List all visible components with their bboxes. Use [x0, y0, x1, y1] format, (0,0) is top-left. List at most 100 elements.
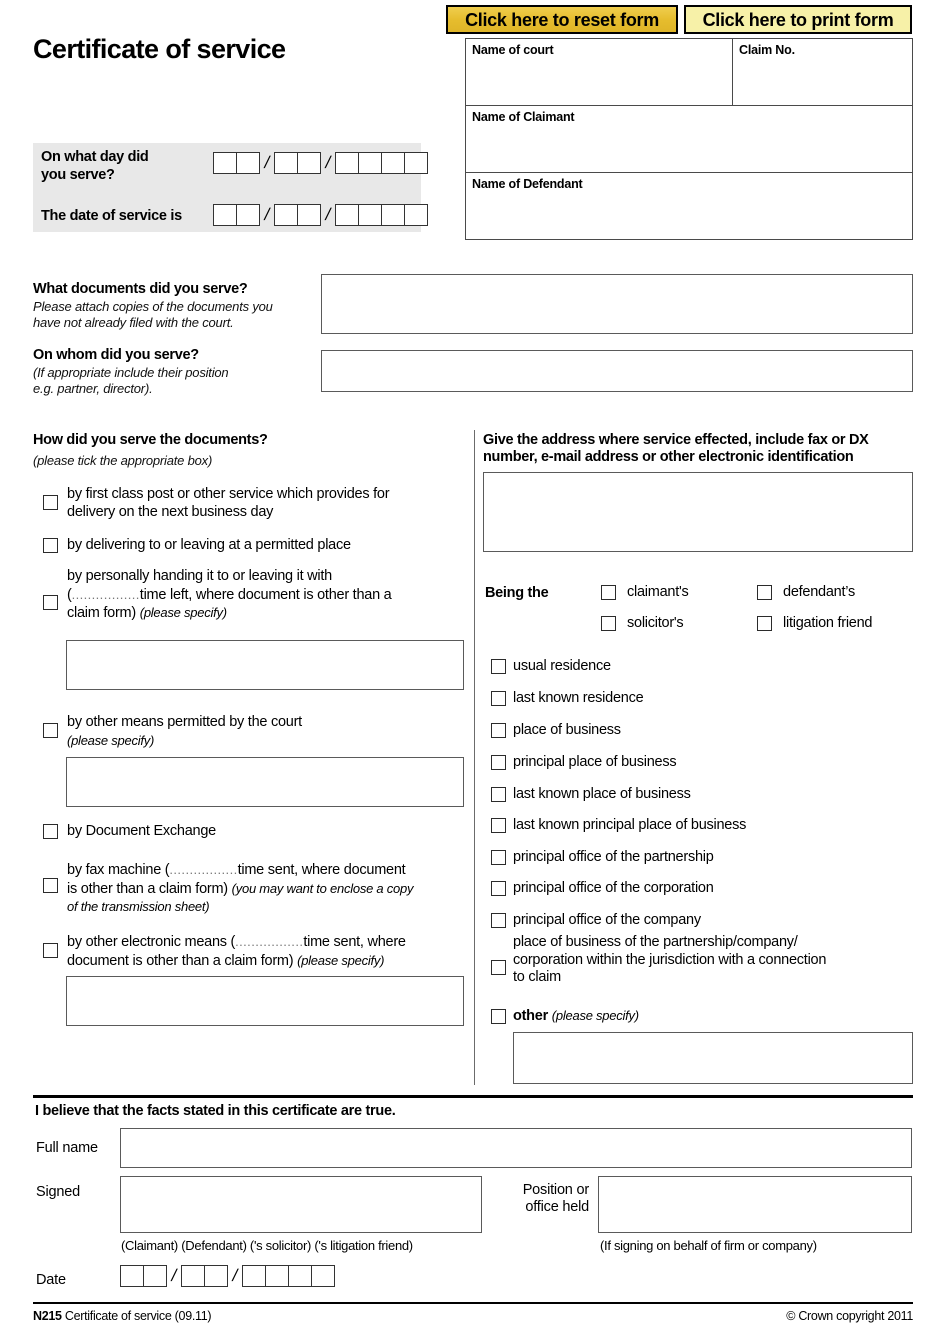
documents-hint-line1: Please attach copies of the documents yo…: [33, 299, 273, 314]
checkbox-personally-handing[interactable]: [43, 595, 58, 610]
full-name-input[interactable]: [120, 1128, 912, 1168]
served-month-1[interactable]: [274, 152, 298, 174]
service-year-4[interactable]: [404, 204, 428, 226]
other-electronic-dots: .................: [235, 934, 304, 949]
claim-no-cell[interactable]: Claim No.: [732, 38, 913, 106]
documents-served-input[interactable]: [321, 274, 913, 334]
declaration-day-2[interactable]: [143, 1265, 167, 1287]
served-year-3[interactable]: [381, 152, 405, 174]
checkbox-last-known-principal-place-of-business[interactable]: [491, 818, 506, 833]
service-day-2[interactable]: [236, 204, 260, 226]
service-date-day[interactable]: [213, 204, 260, 226]
declaration-year-3[interactable]: [288, 1265, 312, 1287]
checkbox-principal-office-corporation[interactable]: [491, 881, 506, 896]
label-claimants: claimant's: [627, 584, 689, 600]
checkbox-other-place[interactable]: [491, 1009, 506, 1024]
checkbox-claimants[interactable]: [601, 585, 616, 600]
service-year-3[interactable]: [381, 204, 405, 226]
reset-form-button[interactable]: Click here to reset form: [446, 5, 678, 34]
declaration-date-day[interactable]: [120, 1265, 167, 1287]
served-year-1[interactable]: [335, 152, 359, 174]
checkbox-principal-office-company[interactable]: [491, 913, 506, 928]
position-held-input[interactable]: [598, 1176, 912, 1233]
label-other-means-court: by other means permitted by the court (p…: [67, 714, 467, 750]
checkbox-last-known-residence[interactable]: [491, 691, 506, 706]
served-date-year[interactable]: [335, 152, 428, 174]
personally-handing-line-b: claim form): [67, 605, 136, 621]
other-place-label: other: [513, 1008, 548, 1024]
first-class-post-line2: delivery on the next business day: [67, 503, 274, 520]
label-document-exchange: by Document Exchange: [67, 823, 216, 839]
checkbox-fax-machine[interactable]: [43, 878, 58, 893]
how-served-question: How did you serve the documents?: [33, 432, 268, 448]
served-day-2[interactable]: [236, 152, 260, 174]
checkbox-defendants[interactable]: [757, 585, 772, 600]
other-means-court-specify-hint: (please specify): [67, 732, 155, 748]
served-year-4[interactable]: [404, 152, 428, 174]
declaration-month-2[interactable]: [204, 1265, 228, 1287]
served-month-2[interactable]: [297, 152, 321, 174]
other-place-specify-input[interactable]: [513, 1032, 913, 1084]
personally-handing-specify-input[interactable]: [66, 640, 464, 690]
signature-input[interactable]: [120, 1176, 482, 1233]
address-heading-line1: Give the address where service effected,…: [483, 432, 869, 448]
served-date-day[interactable]: [213, 152, 260, 174]
name-of-court-cell[interactable]: Name of court: [465, 38, 733, 106]
service-date-year[interactable]: [335, 204, 428, 226]
name-of-claimant-cell[interactable]: Name of Claimant: [465, 105, 913, 173]
served-date-input[interactable]: / /: [213, 152, 428, 174]
on-whom-input[interactable]: [321, 350, 913, 392]
label-other-place: other (please specify): [513, 1007, 639, 1026]
checkbox-principal-place-of-business[interactable]: [491, 755, 506, 770]
checkbox-document-exchange[interactable]: [43, 824, 58, 839]
label-other-electronic-means: by other electronic means (.............…: [67, 933, 472, 970]
served-day-1[interactable]: [213, 152, 237, 174]
checkbox-permitted-place[interactable]: [43, 538, 58, 553]
served-date-month[interactable]: [274, 152, 321, 174]
date-of-service-label: The date of service is: [41, 208, 182, 224]
declaration-year-2[interactable]: [265, 1265, 289, 1287]
service-month-1[interactable]: [274, 204, 298, 226]
service-year-2[interactable]: [358, 204, 382, 226]
declaration-year-4[interactable]: [311, 1265, 335, 1287]
service-day-1[interactable]: [213, 204, 237, 226]
personally-handing-specify-hint: (please specify): [139, 605, 227, 620]
declaration-day-1[interactable]: [120, 1265, 144, 1287]
address-heading: Give the address where service effected,…: [483, 432, 923, 466]
print-form-button[interactable]: Click here to print form: [684, 5, 912, 34]
other-electronic-specify-input[interactable]: [66, 976, 464, 1026]
declaration-date-year[interactable]: [242, 1265, 335, 1287]
checkbox-place-of-business[interactable]: [491, 723, 506, 738]
other-means-court-specify-input[interactable]: [66, 757, 464, 807]
checkbox-place-of-business-jurisdiction[interactable]: [491, 960, 506, 975]
checkbox-first-class-post[interactable]: [43, 495, 58, 510]
address-input[interactable]: [483, 472, 913, 552]
label-principal-office-partnership: principal office of the partnership: [513, 849, 714, 865]
claim-no-label: Claim No.: [739, 43, 795, 57]
other-electronic-line2: document is other than a claim form): [67, 952, 294, 969]
fax-machine-line2: is other than a claim form): [67, 880, 228, 897]
declaration-year-1[interactable]: [242, 1265, 266, 1287]
checkbox-other-electronic-means[interactable]: [43, 943, 58, 958]
declaration-divider: [33, 1095, 913, 1098]
checkbox-other-means-court[interactable]: [43, 723, 58, 738]
label-last-known-principal-place-of-business: last known principal place of business: [513, 817, 747, 833]
declaration-date-input[interactable]: / /: [120, 1265, 335, 1287]
service-year-1[interactable]: [335, 204, 359, 226]
service-date-input[interactable]: / /: [213, 204, 428, 226]
jurisdiction-line2: corporation within the jurisdiction with…: [513, 951, 827, 968]
declaration-month-1[interactable]: [181, 1265, 205, 1287]
footer-divider: [33, 1302, 913, 1304]
service-month-2[interactable]: [297, 204, 321, 226]
checkbox-solicitors[interactable]: [601, 616, 616, 631]
checkbox-last-known-place-of-business[interactable]: [491, 787, 506, 802]
name-of-defendant-cell[interactable]: Name of Defendant: [465, 172, 913, 240]
service-date-month[interactable]: [274, 204, 321, 226]
checkbox-principal-office-partnership[interactable]: [491, 850, 506, 865]
other-means-court-line1: by other means permitted by the court: [67, 714, 302, 730]
served-year-2[interactable]: [358, 152, 382, 174]
declaration-date-month[interactable]: [181, 1265, 228, 1287]
checkbox-usual-residence[interactable]: [491, 659, 506, 674]
checkbox-litigation-friend[interactable]: [757, 616, 772, 631]
serve-day-label-line1: On what day did: [41, 149, 149, 165]
